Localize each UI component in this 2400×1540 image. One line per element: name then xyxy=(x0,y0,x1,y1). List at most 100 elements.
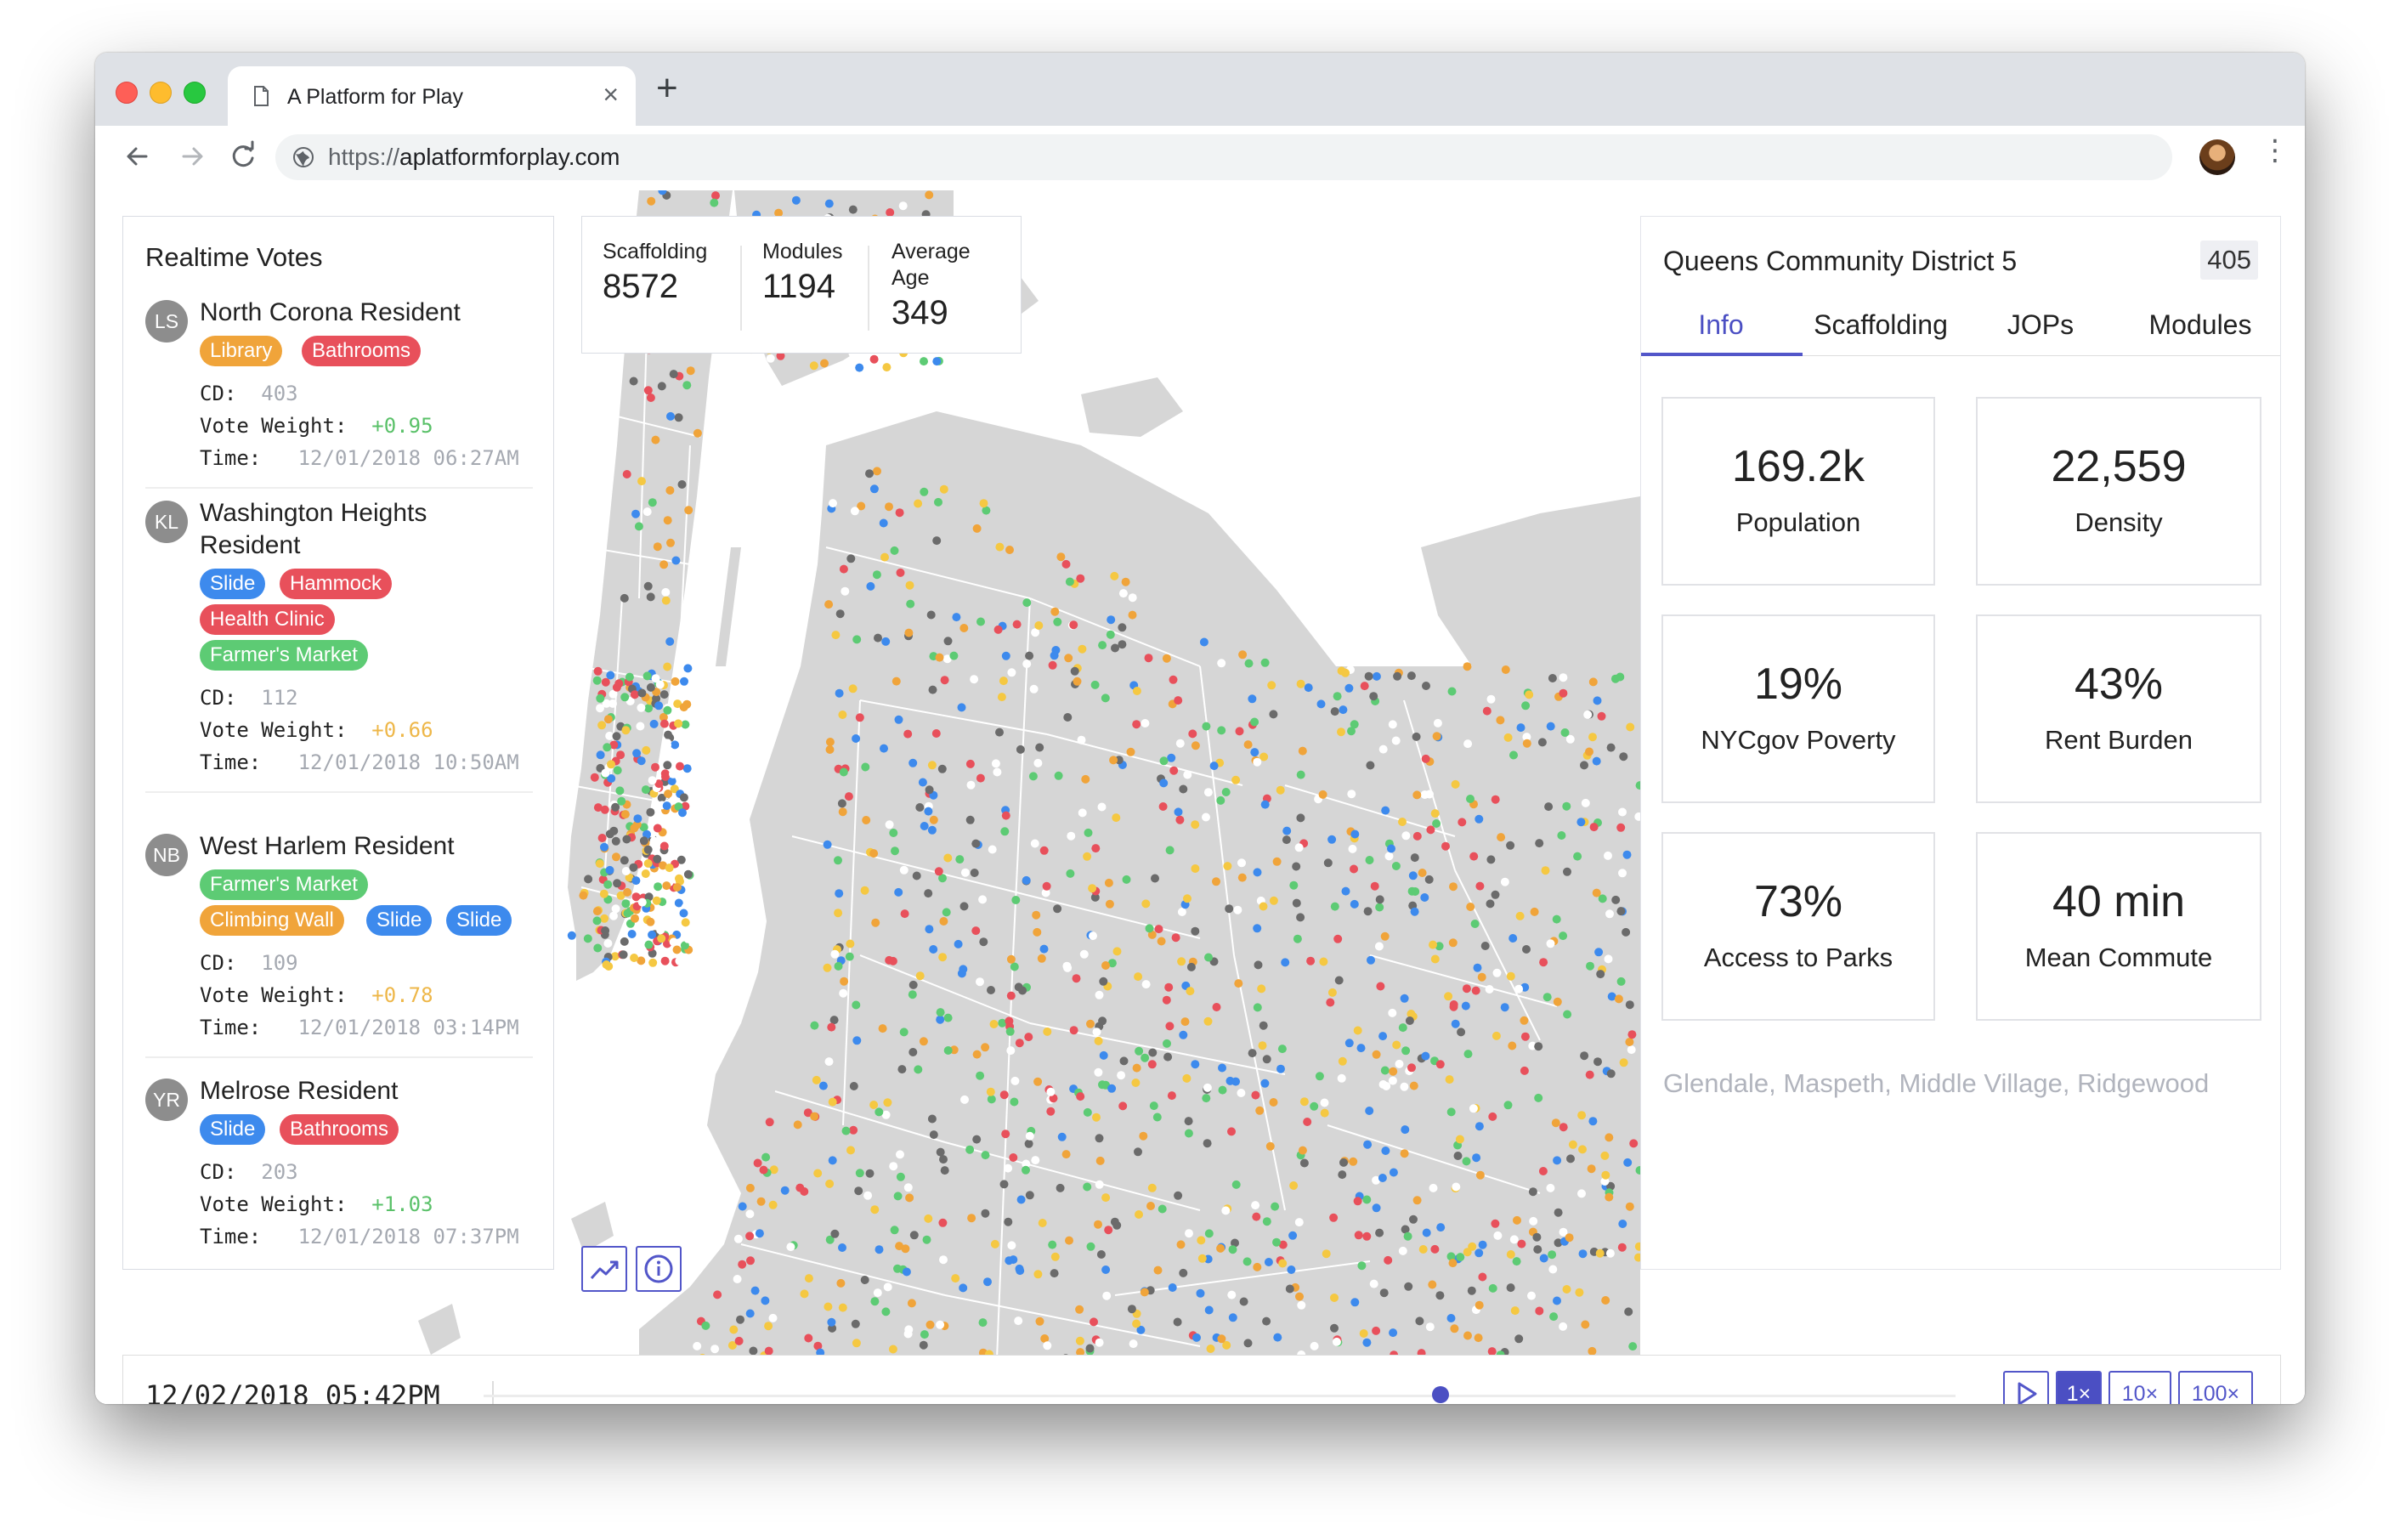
vote-dot[interactable] xyxy=(663,705,672,715)
vote-dot[interactable] xyxy=(1367,955,1375,965)
vote-dot[interactable] xyxy=(1276,785,1285,795)
vote-dot[interactable] xyxy=(791,195,801,205)
vote-dot[interactable] xyxy=(1493,1231,1503,1240)
vote-dot[interactable] xyxy=(912,871,921,880)
vote-dot[interactable] xyxy=(1295,1292,1304,1301)
vote-dot[interactable] xyxy=(1092,1113,1101,1122)
vote-dot[interactable] xyxy=(890,1226,899,1235)
vote-dot[interactable] xyxy=(1179,784,1188,794)
vote-dot[interactable] xyxy=(1559,673,1568,682)
vote-dot[interactable] xyxy=(1401,1125,1410,1135)
vote-dot[interactable] xyxy=(1107,1084,1117,1093)
vote-dot[interactable] xyxy=(1410,907,1419,916)
vote-dot[interactable] xyxy=(1282,826,1292,835)
vote-dot[interactable] xyxy=(924,889,933,898)
vote-dot[interactable] xyxy=(849,1125,858,1135)
vote-dot[interactable] xyxy=(1007,1241,1016,1250)
vote-dot[interactable] xyxy=(1217,659,1226,668)
vote-dot[interactable] xyxy=(599,889,608,898)
vote-dot[interactable] xyxy=(1387,844,1395,853)
vote-dot[interactable] xyxy=(665,863,674,873)
vote-dot[interactable] xyxy=(627,930,637,938)
vote-dot[interactable] xyxy=(1475,1122,1484,1131)
vote-dot[interactable] xyxy=(1546,939,1555,948)
vote-dot[interactable] xyxy=(648,958,658,967)
vote-dot[interactable] xyxy=(1421,754,1430,763)
vote-dot[interactable] xyxy=(1583,710,1593,719)
vote-dot[interactable] xyxy=(855,1169,864,1178)
vote-dot[interactable] xyxy=(1078,808,1087,818)
vote-dot[interactable] xyxy=(940,676,949,685)
vote-dot[interactable] xyxy=(1420,893,1429,902)
vote-dot[interactable] xyxy=(1578,1249,1588,1259)
vote-dot[interactable] xyxy=(860,886,869,895)
vote-dot[interactable] xyxy=(643,581,653,591)
vote-dot[interactable] xyxy=(593,943,603,953)
vote-dot[interactable] xyxy=(1520,1066,1529,1075)
vote-dot[interactable] xyxy=(1035,743,1044,752)
vote-dot[interactable] xyxy=(848,684,858,694)
vote-dot[interactable] xyxy=(1167,1091,1176,1101)
vote-dot[interactable] xyxy=(846,939,855,948)
vote-dot[interactable] xyxy=(1488,1283,1497,1293)
vote-dot[interactable] xyxy=(1323,858,1333,868)
vote-dot[interactable] xyxy=(1081,774,1090,784)
vote-dot[interactable] xyxy=(1251,1201,1260,1210)
vote-dot[interactable] xyxy=(1046,1087,1056,1096)
vote-dot[interactable] xyxy=(1366,761,1375,770)
vote-dot[interactable] xyxy=(824,600,834,609)
vote-dot[interactable] xyxy=(1520,1016,1529,1025)
vote-dot[interactable] xyxy=(932,357,942,366)
vote-dot[interactable] xyxy=(1168,1283,1177,1292)
vote-dot[interactable] xyxy=(1450,1324,1459,1333)
vote-dot[interactable] xyxy=(1294,1218,1304,1227)
vote-dot[interactable] xyxy=(839,988,848,998)
vote-dot[interactable] xyxy=(1482,706,1492,716)
vote-dot[interactable] xyxy=(663,662,672,671)
vote-dot[interactable] xyxy=(1539,958,1548,967)
vote-dot[interactable] xyxy=(904,628,914,637)
speed-100x-button[interactable]: 100× xyxy=(2178,1371,2253,1404)
vote-dot[interactable] xyxy=(1029,684,1039,694)
vote-dot[interactable] xyxy=(637,897,647,907)
vote-dot[interactable] xyxy=(749,1346,758,1356)
vote-dot[interactable] xyxy=(914,1065,923,1074)
vote-dot[interactable] xyxy=(603,939,613,948)
vote-dot[interactable] xyxy=(1497,833,1506,842)
vote-dot[interactable] xyxy=(1418,1245,1428,1254)
vote-dot[interactable] xyxy=(592,916,602,926)
vote-dot[interactable] xyxy=(600,914,609,923)
vote-dot[interactable] xyxy=(841,1126,851,1135)
vote-dot[interactable] xyxy=(1563,1010,1572,1019)
vote-dot[interactable] xyxy=(1477,972,1486,982)
vote-dot[interactable] xyxy=(1512,1257,1521,1266)
vote-dot[interactable] xyxy=(1163,1052,1173,1062)
vote-dot[interactable] xyxy=(1175,815,1185,824)
vote-dot[interactable] xyxy=(738,1202,747,1211)
vote-dot[interactable] xyxy=(1090,680,1100,689)
vote-dot[interactable] xyxy=(1221,788,1231,796)
vote-dot[interactable] xyxy=(606,671,615,680)
vote-dot[interactable] xyxy=(1191,1060,1200,1069)
vote-dot[interactable] xyxy=(1066,869,1075,878)
vote-dot[interactable] xyxy=(1227,1127,1236,1136)
vote-dot[interactable] xyxy=(928,685,937,694)
vote-dot[interactable] xyxy=(683,934,693,943)
vote-dot[interactable] xyxy=(1409,1081,1418,1090)
vote-dot[interactable] xyxy=(908,990,917,999)
vote-dot[interactable] xyxy=(1388,1076,1397,1085)
vote-dot[interactable] xyxy=(931,729,941,738)
vote-dot[interactable] xyxy=(1037,954,1046,963)
vote-dot[interactable] xyxy=(1094,1067,1103,1077)
vote-dot[interactable] xyxy=(812,1075,821,1084)
vote-dot[interactable] xyxy=(661,772,670,781)
vote-dot[interactable] xyxy=(1580,1051,1589,1061)
vote-dot[interactable] xyxy=(972,524,982,533)
vote-dot[interactable] xyxy=(999,1090,1009,1100)
vote-dot[interactable] xyxy=(852,1036,862,1045)
vote-dot[interactable] xyxy=(1538,1167,1548,1175)
vote-dot[interactable] xyxy=(1522,945,1531,954)
vote-dot[interactable] xyxy=(918,778,927,787)
vote-dot[interactable] xyxy=(634,522,643,531)
vote-dot[interactable] xyxy=(831,631,841,640)
